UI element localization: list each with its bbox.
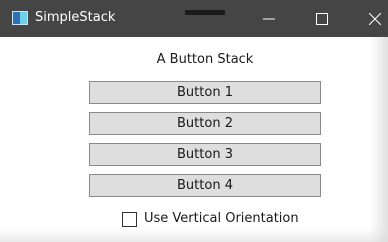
close-button[interactable] (352, 0, 388, 37)
maximize-button[interactable] (299, 0, 345, 37)
app-window-icon (12, 11, 28, 25)
vertical-orientation-label[interactable]: Use Vertical Orientation (144, 210, 299, 228)
vertical-orientation-checkbox[interactable] (122, 211, 137, 227)
stack-button-1[interactable]: Button 1 (89, 81, 321, 104)
minimize-icon (263, 18, 275, 19)
button-stack: Button 1 Button 2 Button 3 Button 4 (89, 81, 321, 205)
stack-button-2[interactable]: Button 2 (89, 112, 321, 135)
minimize-button[interactable] (246, 0, 292, 37)
vertical-orientation-option[interactable]: Use Vertical Orientation (122, 210, 299, 228)
stack-button-4[interactable]: Button 4 (89, 174, 321, 197)
maximize-icon (316, 12, 328, 25)
stack-heading: A Button Stack (156, 52, 254, 67)
stack-button-3[interactable]: Button 3 (89, 143, 321, 166)
app-window: SimpleStack A Button Stack Button 1 Butt… (0, 0, 388, 242)
close-icon (369, 12, 381, 25)
title-bar[interactable]: SimpleStack (0, 0, 388, 37)
drag-handle[interactable] (185, 10, 225, 15)
client-area: A Button Stack Button 1 Button 2 Button … (0, 37, 388, 242)
window-title: SimpleStack (35, 10, 116, 25)
